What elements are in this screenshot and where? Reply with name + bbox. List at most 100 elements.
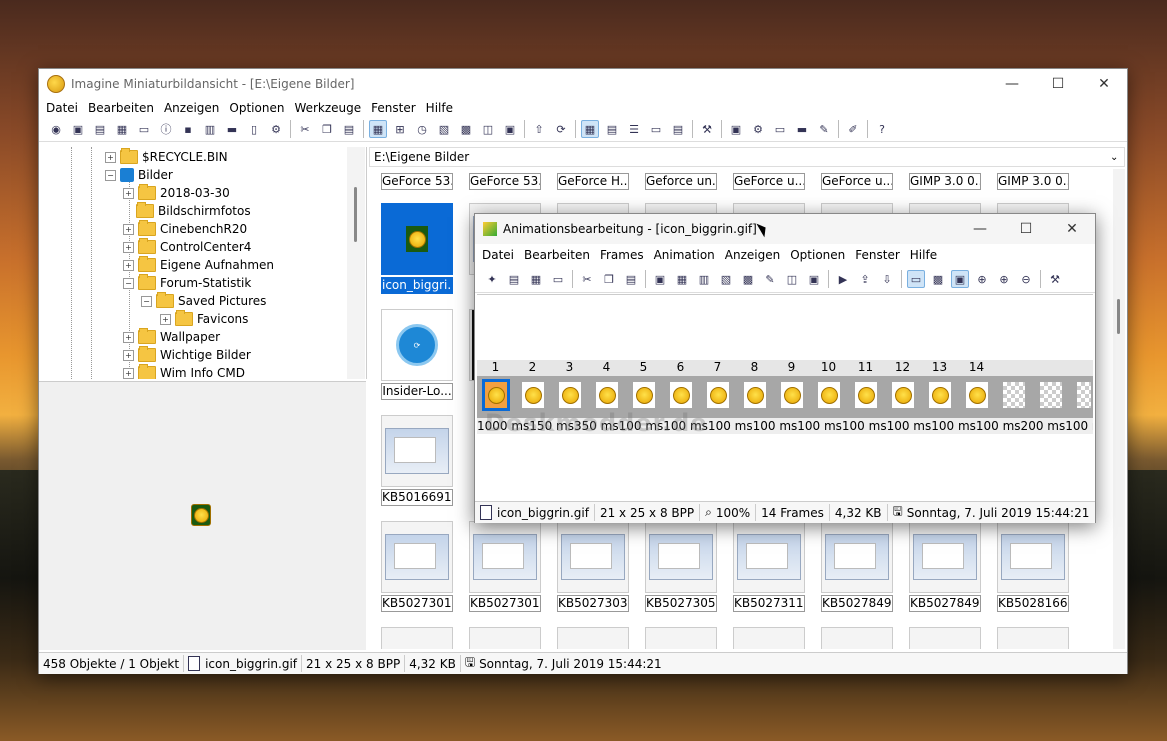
menu-anzeigen[interactable]: Anzeigen (159, 101, 224, 115)
zoom-fit-icon[interactable]: ⊕ (973, 270, 991, 288)
open-folder-icon[interactable]: ▤ (505, 270, 523, 288)
frame-12[interactable] (892, 382, 914, 408)
convert-icon[interactable]: ⚙ (749, 120, 767, 138)
play-icon[interactable]: ▶ (834, 270, 852, 288)
tree-node[interactable]: + Wichtige Bilder (123, 346, 251, 364)
thumbnail[interactable]: KB5027303 ... (557, 521, 629, 612)
transition-icon[interactable]: ◫ (783, 270, 801, 288)
menu-fenster[interactable]: Fenster (366, 101, 421, 115)
menu-werkzeuge[interactable]: Werkzeuge (289, 101, 366, 115)
menu-animation[interactable]: Animation (649, 248, 720, 262)
frame-10[interactable] (818, 382, 840, 408)
thumbnail-scrollbar[interactable] (1113, 169, 1125, 649)
report-icon[interactable]: ▤ (669, 120, 687, 138)
tree-scrollbar[interactable] (347, 147, 365, 379)
save-icon[interactable]: ▦ (113, 120, 131, 138)
expander-icon[interactable]: + (123, 367, 134, 379)
thumbnail[interactable] (469, 627, 541, 649)
expander-icon[interactable]: + (123, 259, 134, 271)
tree-node[interactable]: + $RECYCLE.BIN (105, 148, 228, 166)
tree-node[interactable]: + Eigene Aufnahmen (123, 256, 274, 274)
thumbnail[interactable]: GIMP 3.0 0... (997, 171, 1069, 190)
download-icon[interactable]: ⇩ (878, 270, 896, 288)
main-titlebar[interactable]: Imagine Miniaturbildansicht - [E:\Eigene… (39, 69, 1127, 99)
zoom-out-icon[interactable]: ⊖ (1017, 270, 1035, 288)
scrollbar-thumb[interactable] (1117, 299, 1120, 334)
paste-icon[interactable]: ▤ (622, 270, 640, 288)
grid-icon[interactable]: ▩ (457, 120, 475, 138)
thumbnail[interactable] (909, 627, 981, 649)
print-icon[interactable]: ▭ (549, 270, 567, 288)
menu-anzeigen[interactable]: Anzeigen (720, 248, 785, 262)
expander-icon[interactable]: + (105, 151, 116, 163)
menu-datei[interactable]: Datei (41, 101, 83, 115)
tree-node[interactable]: − Forum-Statistik (123, 274, 251, 292)
thumbnail[interactable]: KB5027305 ... (645, 521, 717, 612)
frame-properties-icon[interactable]: ▩ (739, 270, 757, 288)
cut-icon[interactable]: ✂ (296, 120, 314, 138)
grid-view-icon[interactable]: ▩ (929, 270, 947, 288)
details-icon[interactable]: ▭ (647, 120, 665, 138)
menu-fenster[interactable]: Fenster (850, 248, 905, 262)
copy-icon[interactable]: ❐ (318, 120, 336, 138)
menu-bearbeiten[interactable]: Bearbeiten (83, 101, 159, 115)
thumbnail-selected[interactable]: icon_biggri... (381, 203, 453, 294)
wrench-icon[interactable]: ⚒ (698, 120, 716, 138)
up-folder-icon[interactable]: ⇧ (530, 120, 548, 138)
minimize-button[interactable]: — (989, 69, 1035, 99)
tree-node[interactable]: +2018-03-30 (123, 184, 230, 202)
thumbnail-view-icon[interactable]: ▦ (369, 120, 387, 138)
thumbnail[interactable]: KB5027849 ... (821, 521, 893, 612)
thumbnail[interactable]: KB5027301 ... (381, 521, 453, 612)
frame-delete-icon[interactable]: ▥ (695, 270, 713, 288)
large-icons-icon[interactable]: ▦ (581, 120, 599, 138)
camera-icon[interactable]: ▪ (179, 120, 197, 138)
frame-1[interactable] (482, 379, 510, 411)
close-button[interactable]: ✕ (1081, 69, 1127, 99)
expander-icon[interactable]: + (123, 331, 134, 343)
tree-node[interactable]: + Favicons (160, 310, 248, 328)
open-folder-icon[interactable]: ▤ (91, 120, 109, 138)
frame-8[interactable] (744, 382, 766, 408)
eye-icon[interactable]: ◉ (47, 120, 65, 138)
print-icon[interactable]: ▭ (135, 120, 153, 138)
thumbnail[interactable] (381, 627, 453, 649)
thumbnail[interactable] (997, 627, 1069, 649)
info-icon[interactable]: ⓘ (157, 120, 175, 138)
menu-optionen[interactable]: Optionen (785, 248, 850, 262)
thumbnail[interactable] (645, 627, 717, 649)
close-button[interactable]: ✕ (1049, 214, 1095, 244)
chevron-down-icon[interactable]: ⌄ (1110, 152, 1124, 163)
thumbnail[interactable]: Geforce un... (645, 171, 717, 190)
maximize-button[interactable]: ☐ (1003, 214, 1049, 244)
tree-node[interactable]: − Bilder (105, 166, 173, 184)
rename-icon[interactable]: ▬ (223, 120, 241, 138)
cut-icon[interactable]: ✂ (578, 270, 596, 288)
thumbnail[interactable]: KB5016691 ... (381, 415, 453, 506)
layer-icon[interactable]: ▣ (805, 270, 823, 288)
thumbnail[interactable]: KB5027849 ... (909, 521, 981, 612)
tree-node[interactable]: − Saved Pictures (141, 292, 266, 310)
menu-frames[interactable]: Frames (595, 248, 649, 262)
frame-2[interactable] (522, 382, 544, 408)
anim-titlebar[interactable]: Animationsbearbeitung - [icon_biggrin.gi… (475, 214, 1095, 244)
folder-view-icon[interactable]: ▧ (435, 120, 453, 138)
maximize-button[interactable]: ☐ (1035, 69, 1081, 99)
expander-icon[interactable]: − (105, 169, 116, 181)
path-combobox[interactable]: E:\Eigene Bilder ⌄ (369, 147, 1125, 167)
clock-icon[interactable]: ◷ (413, 120, 431, 138)
expander-icon[interactable]: − (123, 277, 134, 289)
copy-icon[interactable]: ❐ (600, 270, 618, 288)
preview-icon[interactable]: ◫ (479, 120, 497, 138)
thumbnail[interactable]: GeForce H... (557, 171, 629, 190)
expander-icon[interactable]: − (141, 295, 152, 307)
paste-icon[interactable]: ▤ (340, 120, 358, 138)
thumbnail[interactable]: GeForce 53... (469, 171, 541, 190)
frame-5[interactable] (633, 382, 655, 408)
frame-insert-icon[interactable]: ▦ (673, 270, 691, 288)
batch-icon[interactable]: ▣ (727, 120, 745, 138)
monitor-icon[interactable]: ▭ (771, 120, 789, 138)
frame-6[interactable] (670, 382, 692, 408)
frame-add-icon[interactable]: ▣ (651, 270, 669, 288)
menu-hilfe[interactable]: Hilfe (421, 101, 458, 115)
